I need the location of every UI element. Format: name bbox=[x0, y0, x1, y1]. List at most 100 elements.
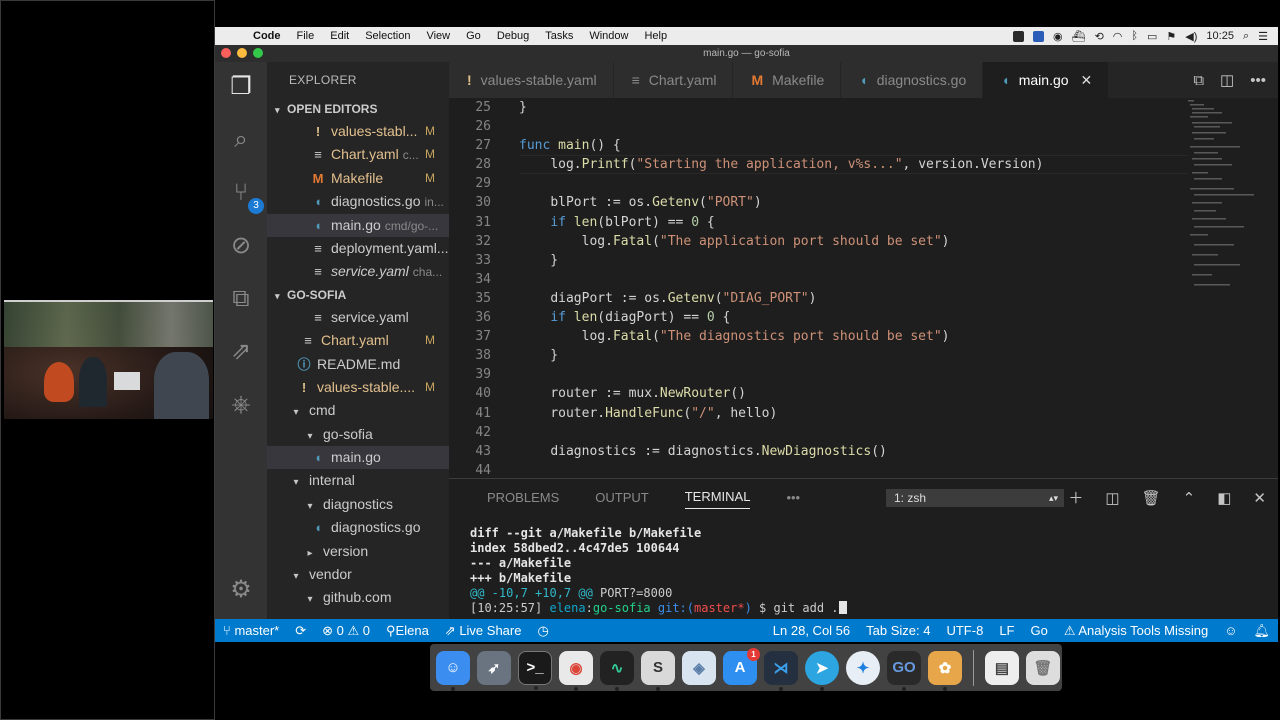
vscode-icon[interactable]: ⋊ bbox=[764, 650, 798, 691]
activity-monitor-icon[interactable]: ∿ bbox=[600, 650, 634, 691]
terminal-app-icon[interactable]: >_ bbox=[518, 650, 552, 690]
tree-file[interactable]: ≡ service.yaml bbox=[267, 306, 449, 329]
new-terminal-icon[interactable]: ＋ bbox=[1068, 487, 1083, 508]
tab-problems[interactable]: PROBLEMS bbox=[487, 490, 559, 505]
sync-icon[interactable]: ⟳ bbox=[287, 623, 314, 639]
code-line[interactable]: 27 func main() { bbox=[449, 136, 1278, 155]
open-editor-item[interactable]: ◖ main.go cmd/go-... bbox=[267, 213, 449, 237]
telegram-icon[interactable]: ➤ bbox=[805, 650, 839, 691]
open-editor-item[interactable]: ≡ Chart.yaml c... M bbox=[267, 143, 449, 166]
minimap[interactable] bbox=[1188, 98, 1258, 298]
code-line[interactable]: 28 log.Printf("Starting the application,… bbox=[449, 155, 1278, 175]
code-line[interactable]: 33 } bbox=[449, 251, 1278, 270]
tree-folder[interactable]: ▾ diagnostics bbox=[267, 493, 449, 516]
tab-diagnostics[interactable]: ◖ diagnostics.go bbox=[841, 62, 984, 98]
code-line[interactable]: 39 bbox=[449, 365, 1278, 384]
open-editor-item[interactable]: M Makefile M bbox=[267, 167, 449, 190]
search-icon[interactable]: ⌕ bbox=[226, 125, 256, 155]
safari-icon[interactable]: ✦ bbox=[846, 650, 880, 685]
explorer-icon[interactable]: ❐ bbox=[226, 72, 256, 102]
code-line[interactable]: 31 if len(blPort) == 0 { bbox=[449, 213, 1278, 232]
open-editor-item[interactable]: ◖ diagnostics.go in... bbox=[267, 190, 449, 213]
code-line[interactable]: 42 bbox=[449, 423, 1278, 442]
code-line[interactable]: 36 if len(diagPort) == 0 { bbox=[449, 308, 1278, 327]
close-window-button[interactable] bbox=[221, 48, 231, 58]
project-header[interactable]: ▾ GO-SOFIA bbox=[267, 283, 449, 306]
chrome-icon[interactable]: ◉ bbox=[559, 650, 593, 691]
open-changes-icon[interactable]: ⧉ bbox=[1193, 72, 1204, 89]
notification-center-icon[interactable]: ☰ bbox=[1258, 30, 1268, 43]
code-line[interactable]: 32 log.Fatal("The application port shoul… bbox=[449, 232, 1278, 251]
tree-folder[interactable]: ▾ vendor bbox=[267, 563, 449, 586]
problems-status[interactable]: ⊗ 0 ⚠ 0 bbox=[314, 623, 378, 639]
analysis-tools-status[interactable]: ⚠ Analysis Tools Missing bbox=[1056, 623, 1216, 639]
trash-icon[interactable]: 🗑 bbox=[1026, 650, 1060, 685]
code-line[interactable]: 35 diagPort := os.Getenv("DIAG_PORT") bbox=[449, 289, 1278, 308]
menu-edit[interactable]: Edit bbox=[322, 30, 357, 42]
tab-makefile[interactable]: M Makefile bbox=[733, 62, 842, 98]
toggle-panel-position-icon[interactable]: ◧ bbox=[1217, 489, 1231, 507]
menu-tasks[interactable]: Tasks bbox=[537, 30, 581, 42]
tree-folder[interactable]: ▾ github.com bbox=[267, 586, 449, 609]
feedback-smiley-icon[interactable]: ☺ bbox=[1216, 623, 1245, 639]
source-control-icon[interactable]: ⑂ 3 bbox=[226, 178, 264, 214]
code-line[interactable]: 38 } bbox=[449, 346, 1278, 365]
docker-icon[interactable]: ⛴ bbox=[1072, 30, 1086, 43]
open-editor-item[interactable]: ! values-stabl... M bbox=[267, 120, 449, 143]
search-icon[interactable]: ⌕ bbox=[1243, 30, 1249, 43]
volume-icon[interactable]: ◀) bbox=[1185, 30, 1197, 43]
bluetooth-icon[interactable]: ᛒ bbox=[1131, 30, 1138, 42]
battery-icon[interactable]: ▭ bbox=[1147, 30, 1157, 43]
status-app-icon[interactable] bbox=[1033, 30, 1044, 42]
language-mode[interactable]: Go bbox=[1022, 623, 1055, 639]
more-panels-icon[interactable]: ••• bbox=[786, 490, 800, 505]
menu-file[interactable]: File bbox=[289, 30, 323, 42]
goland-icon[interactable]: GO bbox=[887, 650, 921, 691]
flag-icon[interactable]: ⚑ bbox=[1166, 30, 1176, 43]
tree-file[interactable]: ⓘ README.md bbox=[267, 353, 449, 376]
clock[interactable]: 10:25 bbox=[1206, 30, 1234, 42]
sublime-icon[interactable]: S bbox=[641, 650, 675, 691]
cursor-position[interactable]: Ln 28, Col 56 bbox=[765, 623, 858, 639]
code-line[interactable]: 44 bbox=[449, 461, 1278, 478]
documents-icon[interactable]: ▤ bbox=[985, 650, 1019, 685]
menu-view[interactable]: View bbox=[418, 30, 458, 42]
code-line[interactable]: 25} bbox=[449, 98, 1278, 117]
minimize-window-button[interactable] bbox=[237, 48, 247, 58]
maximize-panel-icon[interactable]: ⌃ bbox=[1183, 489, 1196, 507]
tree-file[interactable]: ◖ diagnostics.go bbox=[267, 516, 449, 539]
code-line[interactable]: 40 router := mux.NewRouter() bbox=[449, 384, 1278, 403]
menu-debug[interactable]: Debug bbox=[489, 30, 537, 42]
split-terminal-icon[interactable]: ◫ bbox=[1105, 489, 1119, 507]
tree-folder[interactable]: ▾ internal bbox=[267, 469, 449, 492]
tree-file[interactable]: ◖ main.go bbox=[267, 446, 449, 470]
launchpad-icon[interactable]: ➶ bbox=[477, 650, 511, 685]
tab-main-go[interactable]: ◖ main.go ✕ bbox=[983, 62, 1110, 98]
tab-values-stable[interactable]: ! values-stable.yaml bbox=[449, 62, 614, 98]
open-editors-header[interactable]: ▾ OPEN EDITORS bbox=[267, 98, 449, 120]
code-line[interactable]: 26 bbox=[449, 117, 1278, 136]
more-actions-icon[interactable]: ••• bbox=[1250, 72, 1266, 89]
open-editor-item[interactable]: ≡ service.yaml cha... bbox=[267, 260, 449, 283]
code-line[interactable]: 30 blPort := os.Getenv("PORT") bbox=[449, 193, 1278, 212]
app-store-icon[interactable]: A1 bbox=[723, 647, 760, 685]
menu-go[interactable]: Go bbox=[458, 30, 489, 42]
timemachine-icon[interactable]: ⟲ bbox=[1095, 30, 1104, 43]
kubernetes-icon[interactable]: ⎈ bbox=[226, 390, 256, 420]
wifi-icon[interactable]: ◠ bbox=[1113, 30, 1123, 43]
zoom-window-button[interactable] bbox=[253, 48, 263, 58]
status-circle-icon[interactable]: ◉ bbox=[1053, 30, 1063, 43]
tab-size[interactable]: Tab Size: 4 bbox=[858, 623, 938, 639]
flower-app-icon[interactable]: ✿ bbox=[928, 650, 962, 691]
tree-folder[interactable]: ▾ go-sofia bbox=[267, 423, 449, 446]
code-line[interactable]: 37 log.Fatal("The diagnostics port shoul… bbox=[449, 327, 1278, 346]
tree-folder[interactable]: ▸ version bbox=[267, 540, 449, 563]
code-line[interactable]: 41 router.HandleFunc("/", hello) bbox=[449, 404, 1278, 423]
notifications-bell-icon[interactable]: 🔔︎ bbox=[1245, 623, 1278, 639]
preview-icon[interactable]: ◈ bbox=[682, 650, 716, 685]
live-share-status[interactable]: ⇗ Live Share bbox=[437, 623, 530, 639]
end-of-line[interactable]: LF bbox=[991, 623, 1022, 639]
history-icon[interactable]: ◷ bbox=[529, 623, 556, 639]
encoding[interactable]: UTF-8 bbox=[938, 623, 991, 639]
tab-chart[interactable]: ≡ Chart.yaml bbox=[613, 62, 734, 98]
